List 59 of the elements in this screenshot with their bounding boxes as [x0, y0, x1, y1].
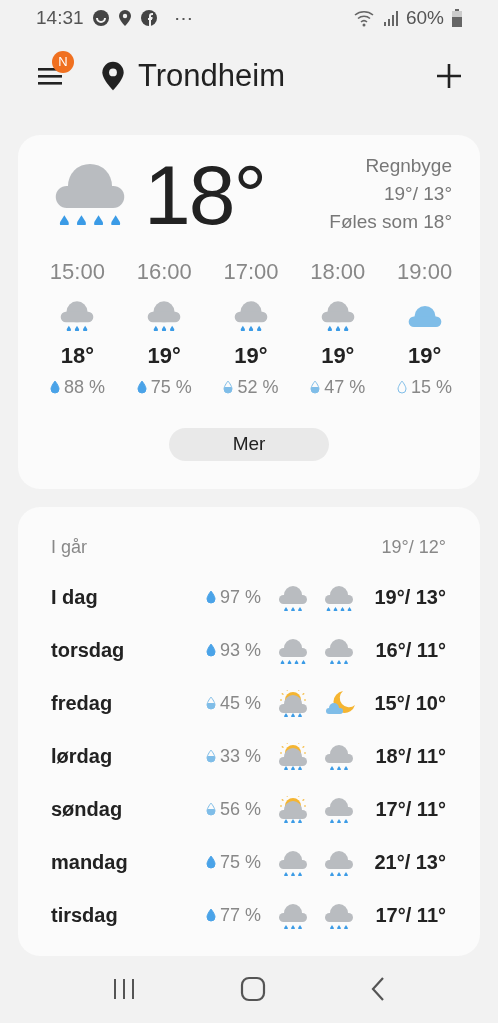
day-label: tirsdag [51, 903, 119, 927]
current-temperature: 18° [144, 153, 266, 238]
precipitation-chance: 33 % [219, 745, 261, 767]
day-high-low: 15°/ 10° [374, 691, 446, 715]
day-label: torsdag [51, 638, 126, 662]
precipitation-chance: 15 % [411, 376, 453, 398]
signal-icon [383, 10, 398, 27]
day-high-low: 21°/ 13° [374, 850, 446, 874]
city-name[interactable]: Trondheim [138, 57, 286, 94]
more-notifications: ⋯ [173, 6, 193, 30]
day-high-low: 19°/ 13° [374, 585, 446, 609]
battery-percentage: 60% [405, 7, 444, 30]
notification-badge: N [52, 50, 74, 73]
recent-apps-icon[interactable] [112, 978, 136, 1001]
day-label: mandag [51, 850, 129, 874]
precipitation-chance: 75 % [219, 851, 261, 873]
status-time: 14:31 [36, 7, 84, 30]
day-label: I går [51, 537, 89, 559]
precipitation-chance: 75 % [150, 376, 192, 398]
smiley-icon [91, 9, 110, 28]
hour-temperature: 19° [407, 342, 442, 369]
social-app-icon [139, 9, 158, 28]
weather-condition: Regnbyge [365, 155, 452, 178]
battery-icon [452, 9, 462, 28]
hour-temperature: 19° [147, 342, 181, 369]
hour-label: 15:00 [49, 259, 105, 286]
location-icon [117, 9, 132, 28]
add-icon[interactable] [436, 62, 462, 89]
feels-like: Føles som 18° [329, 211, 452, 234]
day-high-low: 19°/ 12° [381, 537, 446, 559]
day-label: fredag [51, 691, 114, 715]
more-button[interactable]: Mer [169, 427, 329, 461]
high-low-temperature: 19°/ 13° [383, 183, 452, 206]
precipitation-chance: 45 % [219, 692, 261, 714]
precipitation-chance: 88 % [63, 376, 105, 398]
home-icon[interactable] [240, 976, 266, 1003]
hour-label: 19:00 [397, 259, 453, 286]
hour-temperature: 19° [321, 342, 355, 369]
hour-temperature: 18° [60, 342, 95, 369]
day-high-low: 17°/ 11° [375, 903, 446, 927]
hour-temperature: 19° [234, 342, 268, 369]
hour-label: 18:00 [310, 259, 366, 286]
day-label: I dag [51, 585, 99, 609]
hour-label: 17:00 [223, 259, 279, 286]
precipitation-chance: 47 % [324, 376, 366, 398]
day-high-low: 17°/ 11° [375, 797, 446, 821]
location-icon [100, 59, 126, 92]
day-high-low: 16°/ 11° [375, 638, 446, 662]
wifi-icon [353, 9, 376, 28]
precipitation-chance: 56 % [219, 798, 261, 820]
precipitation-chance: 93 % [219, 639, 261, 661]
day-label: søndag [51, 797, 124, 821]
precipitation-chance: 97 % [219, 586, 261, 608]
precipitation-chance: 77 % [219, 904, 261, 926]
hour-label: 16:00 [136, 259, 192, 286]
back-icon[interactable] [370, 976, 386, 1003]
day-high-low: 18°/ 11° [375, 744, 446, 768]
precipitation-chance: 52 % [237, 376, 279, 398]
day-label: lørdag [51, 744, 114, 768]
